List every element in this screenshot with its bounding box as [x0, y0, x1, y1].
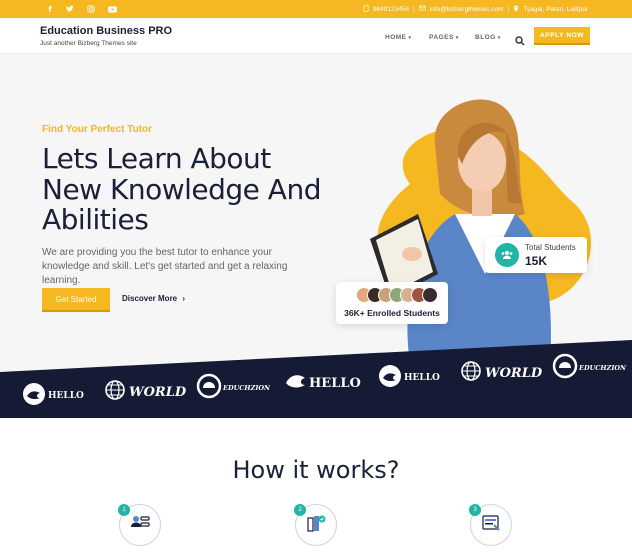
step-number-badge: 3	[469, 504, 481, 516]
discover-more-link[interactable]: Discover More ›	[122, 294, 185, 303]
instagram-icon[interactable]	[81, 0, 101, 18]
step-number-badge: 1	[118, 504, 130, 516]
apply-now-button[interactable]: APPLY NOW	[534, 27, 590, 45]
site-tagline: Just another Bizberg Themes site	[40, 40, 137, 47]
total-students-card: Total Students 15K	[485, 237, 587, 273]
email-icon	[418, 5, 426, 13]
email-address[interactable]: info@bizbergthemes.com	[430, 6, 504, 13]
search-icon[interactable]	[515, 31, 527, 46]
books-icon	[305, 513, 327, 537]
fish-icon	[284, 370, 308, 396]
partner-logo-educhzion: EDUCHZION	[552, 353, 626, 383]
location-text: Tyagal, Patan, Lalitpur	[523, 5, 588, 13]
chevron-down-icon: ▾	[497, 35, 501, 41]
chat-bubble-icon	[196, 373, 222, 403]
certificate-icon	[480, 513, 502, 537]
partner-logo-world: WORLD	[460, 360, 542, 386]
partner-logo-world: WORLD	[104, 379, 186, 405]
avatar-group	[356, 287, 438, 303]
location-icon	[513, 4, 519, 14]
hero-eyebrow: Find Your Perfect Tutor	[42, 124, 153, 135]
nav-item-blog[interactable]: BLOG ▾	[475, 34, 501, 41]
phone-number[interactable]: 9849123456	[373, 6, 409, 13]
youtube-icon[interactable]	[102, 0, 122, 18]
chat-bubble-icon	[552, 353, 578, 383]
site-header: Education Business PRO Just another Bizb…	[0, 18, 632, 54]
enrolled-students-card: 36K+ Enrolled Students	[336, 282, 448, 324]
globe-icon	[104, 379, 126, 405]
step-2-icon-circle: 2	[294, 504, 337, 546]
partner-logo-hello: HELLO	[22, 382, 84, 410]
contact-info: 9849123456 | info@bizbergthemes.com | Ty…	[363, 0, 588, 18]
step-3-icon-circle: 3	[469, 504, 512, 546]
get-started-button[interactable]: Get Started	[42, 288, 110, 312]
chevron-down-icon: ▾	[408, 35, 412, 41]
hero-section: Find Your Perfect Tutor Lets Learn About…	[0, 54, 632, 374]
step-number-badge: 2	[294, 504, 306, 516]
globe-icon	[460, 360, 482, 386]
avatar	[422, 287, 438, 303]
phone-icon	[363, 4, 369, 14]
total-students-value: 15K	[525, 254, 548, 268]
how-it-works-title: How it works?	[232, 456, 400, 484]
facebook-icon[interactable]: f	[40, 0, 60, 18]
fish-icon	[22, 382, 46, 410]
partner-logo-educhzion: EDUCHZION	[196, 373, 270, 403]
enrolled-students-label: 36K+ Enrolled Students	[344, 308, 440, 318]
step-1-icon-circle: 1	[118, 504, 161, 546]
fish-icon	[378, 364, 402, 392]
hero-description: We are providing you the best tutor to e…	[42, 247, 288, 286]
total-students-label: Total Students	[525, 243, 576, 252]
top-bar: f 9849123456 | info@bizbergthemes.com | …	[0, 0, 632, 18]
site-title[interactable]: Education Business PRO	[40, 25, 172, 37]
twitter-icon[interactable]	[60, 0, 80, 18]
chevron-down-icon: ▾	[455, 35, 459, 41]
partner-logo-hello: HELLO	[378, 364, 440, 392]
hero-headline: Lets Learn About New Knowledge And Abili…	[42, 142, 321, 236]
users-icon	[495, 243, 519, 267]
partner-logo-hello: HELLO	[284, 370, 361, 396]
nav-item-home[interactable]: HOME ▾	[385, 34, 412, 41]
chevron-right-icon: ›	[182, 294, 186, 303]
tutor-illustration	[370, 99, 592, 364]
profile-list-icon	[129, 513, 151, 537]
nav-item-pages[interactable]: PAGES ▾	[429, 34, 459, 41]
